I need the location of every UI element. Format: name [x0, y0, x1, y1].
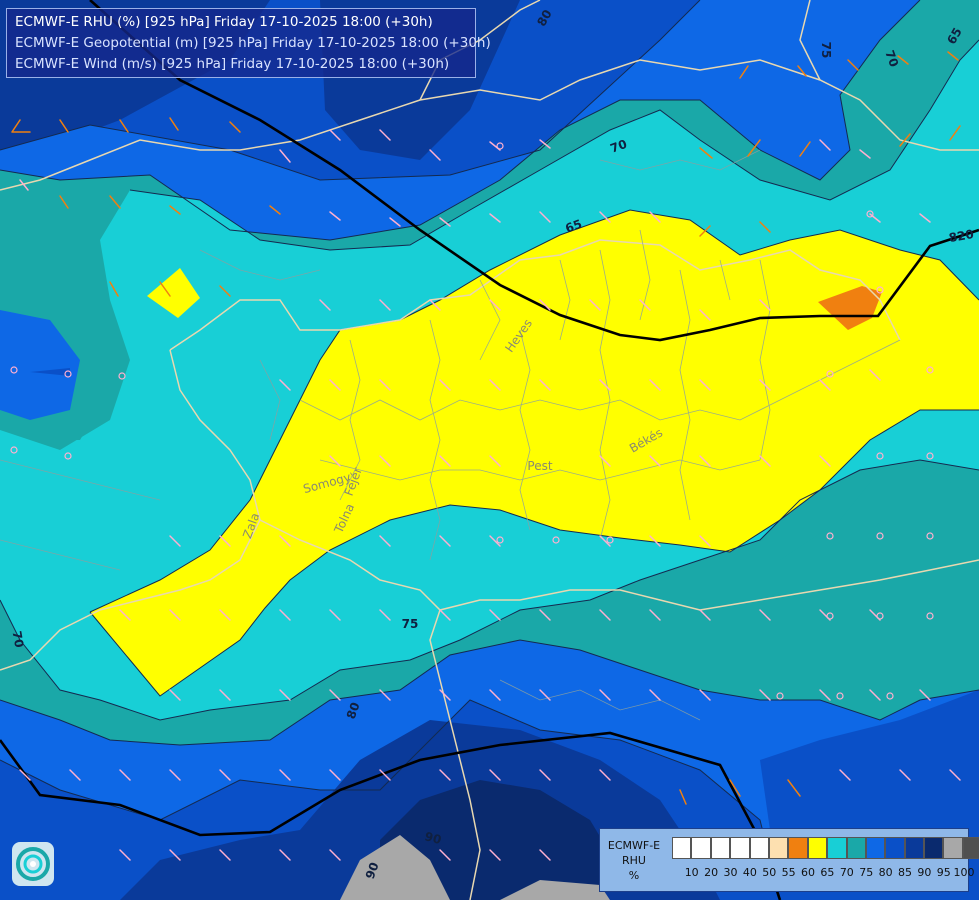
legend-tick-13: 95: [936, 866, 951, 879]
legend-swatch-0: [672, 837, 692, 859]
title-box: ECMWF-E RHU (%) [925 hPa] Friday 17-10-2…: [6, 8, 491, 78]
legend-tick-14: 100: [953, 866, 975, 879]
legend-swatch-9: [846, 837, 866, 859]
legend-swatch-10: [865, 837, 886, 859]
legend-tick-7: 65: [820, 866, 835, 879]
legend-swatch-7: [807, 837, 828, 859]
legend-tick-1: 20: [704, 866, 719, 879]
title-line-geopotential: ECMWF-E Geopotential (m) [925 hPa] Frida…: [15, 35, 491, 51]
title-line-rhu: ECMWF-E RHU (%) [925 hPa] Friday 17-10-2…: [15, 14, 433, 30]
legend-swatch-6: [788, 837, 808, 859]
legend-title: ECMWF-E RHU %: [604, 838, 664, 883]
legend-tick-11: 85: [897, 866, 912, 879]
legend-swatch-8: [827, 837, 847, 859]
legend-model: ECMWF-E: [607, 839, 661, 852]
legend-swatch-15: [962, 837, 979, 859]
legend-tick-5: 55: [781, 866, 796, 879]
legend-variable: RHU: [622, 854, 646, 867]
contour-label-8: 75: [402, 617, 419, 631]
legend-tick-8: 70: [839, 866, 854, 879]
logo: [12, 842, 54, 886]
legend-tick-4: 50: [762, 866, 777, 879]
legend-swatch-3: [730, 837, 750, 859]
legend-tick-2: 30: [723, 866, 738, 879]
legend-unit: %: [628, 869, 640, 882]
swirl-logo-icon: [16, 847, 50, 881]
legend-tick-3: 40: [742, 866, 757, 879]
legend-swatch-5: [768, 837, 789, 859]
legend-swatch-12: [904, 837, 925, 859]
contour-label-7: 70: [10, 630, 27, 649]
legend-tick-10: 80: [878, 866, 893, 879]
legend-tick-9: 75: [859, 866, 874, 879]
contour-label-1: 75: [819, 42, 833, 59]
legend-tick-0: 10: [684, 866, 699, 879]
legend-tick-12: 90: [917, 866, 932, 879]
legend-tick-6: 60: [801, 866, 816, 879]
legend-ticks: 10 20 30 40 50 55 60 65 70 75 80 85 90 95 100: [682, 866, 975, 879]
place-label-1: Pest: [527, 459, 552, 473]
legend-swatch-1: [691, 837, 711, 859]
legend-swatch-14: [943, 837, 963, 859]
legend-swatch-4: [749, 837, 769, 859]
legend-swatch-2: [710, 837, 731, 859]
legend-swatch-11: [885, 837, 905, 859]
legend-swatches: [672, 837, 979, 859]
legend-swatch-13: [924, 837, 944, 859]
title-line-wind: ECMWF-E Wind (m/s) [925 hPa] Friday 17-1…: [15, 56, 450, 72]
weather-map: 8075 706570658207075809090 HevesPestBékés…: [0, 0, 979, 900]
rhu-legend: ECMWF-E RHU % 10 20 30 40 50 55 60 65 70 75 80 85 90…: [599, 828, 979, 892]
